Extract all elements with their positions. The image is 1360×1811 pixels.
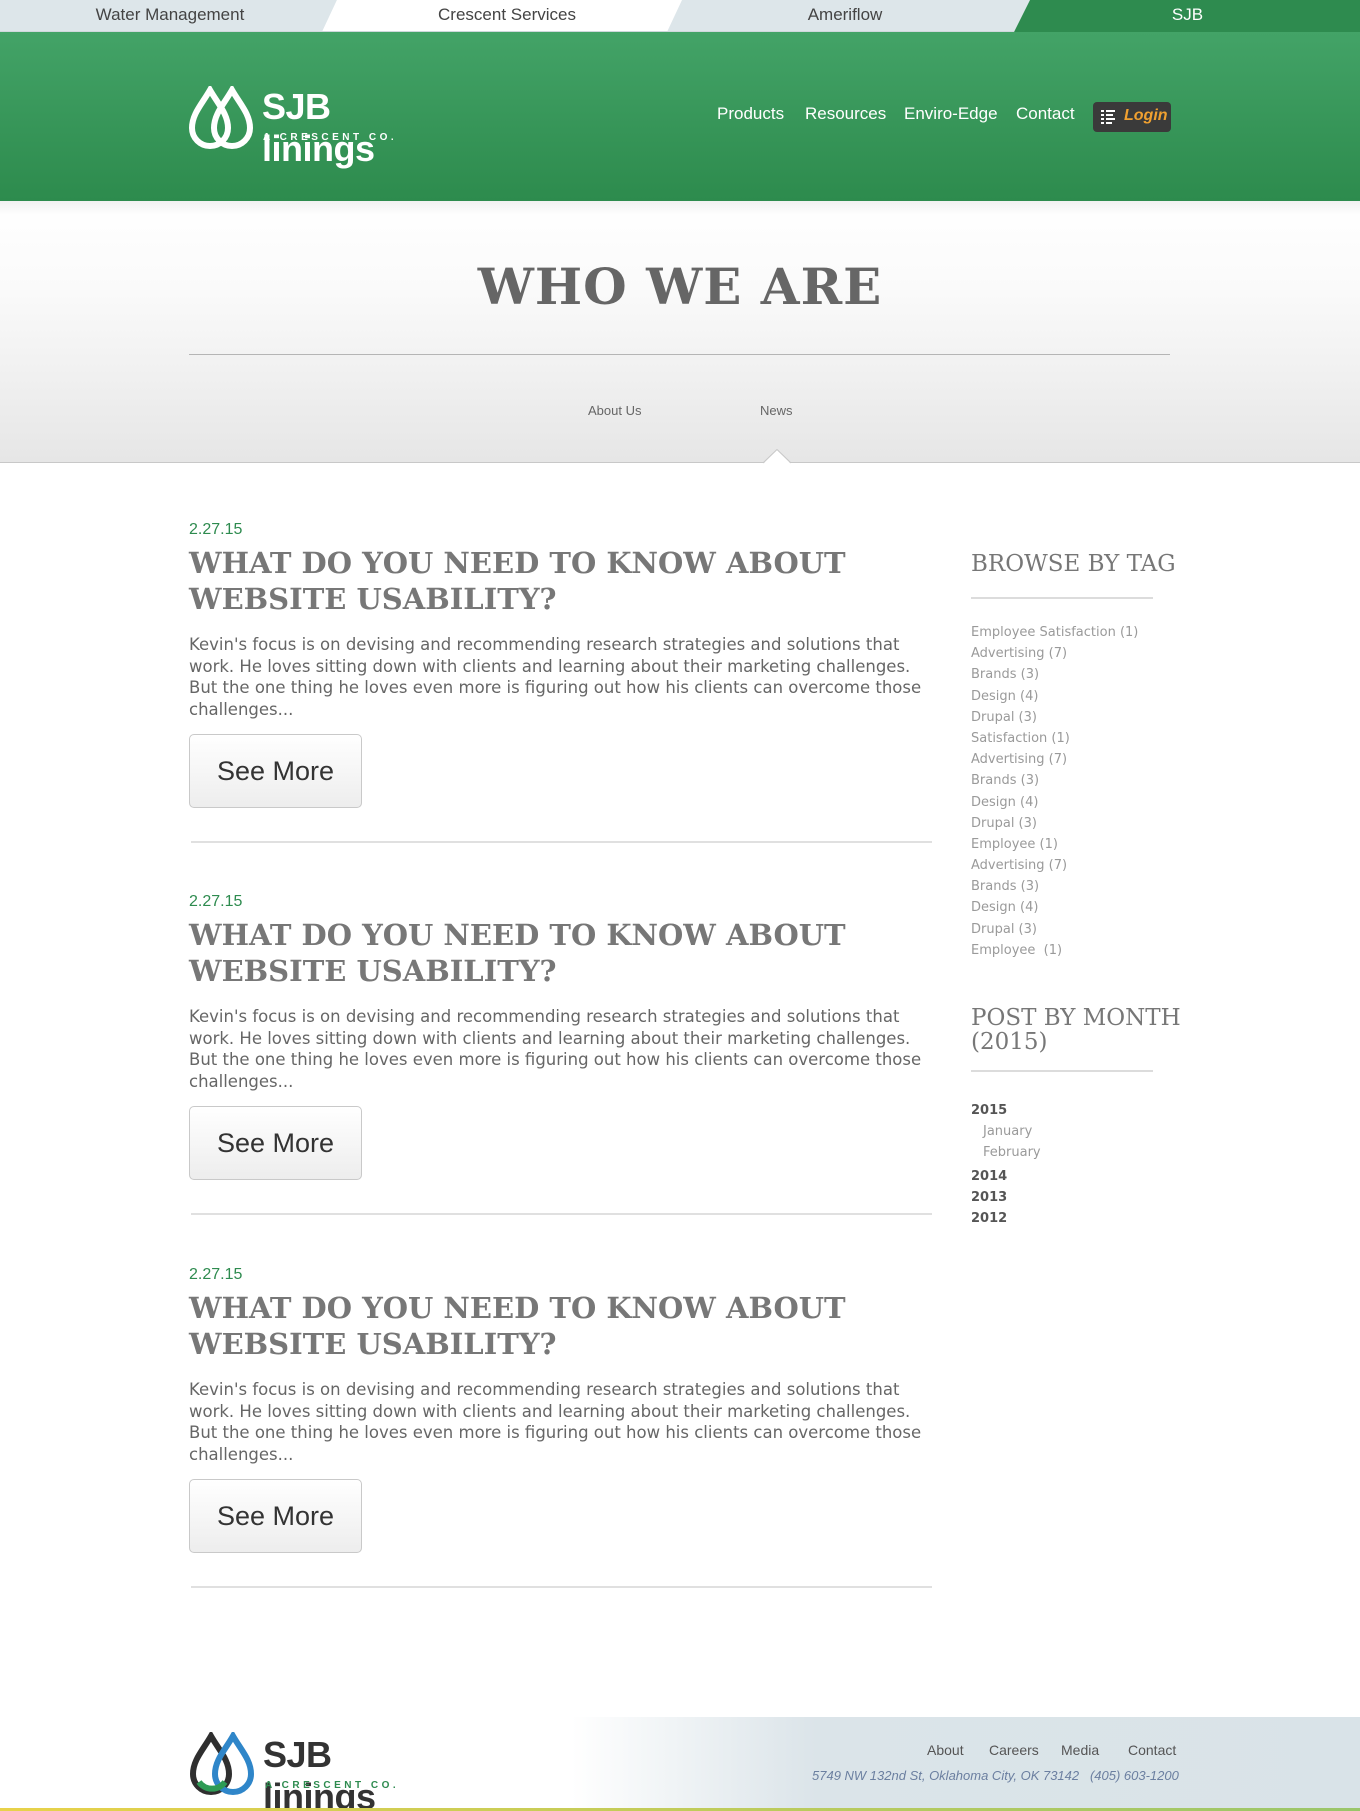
article-excerpt: Kevin's focus is on devising and recomme…: [189, 635, 922, 719]
site-header: SJB linings A CRESCENT CO. Products Reso…: [0, 32, 1360, 201]
news-article: 2.27.15 WHAT DO YOU NEED TO KNOW ABOUT W…: [189, 893, 932, 1223]
tag-link[interactable]: Design (4): [971, 792, 1138, 813]
archive-year-2014[interactable]: 2014: [971, 1166, 1041, 1187]
tag-link[interactable]: Drupal (3): [971, 707, 1138, 728]
tag-link[interactable]: Employee (1): [971, 834, 1138, 855]
tag-link[interactable]: Brands (3): [971, 770, 1138, 791]
footer-link-about[interactable]: About: [927, 1742, 964, 1758]
article-date: 2.27.15: [189, 521, 243, 538]
page-title-band: WHO WE ARE About Us News: [0, 201, 1360, 463]
post-by-month-title-line1: POST BY MONTH: [971, 1005, 1181, 1031]
archive-month-february[interactable]: February: [971, 1142, 1041, 1163]
tag-link[interactable]: Drupal (3): [971, 813, 1138, 834]
page-title: WHO WE ARE: [477, 257, 883, 316]
post-by-month-title: POST BY MONTH (2015): [971, 1006, 1181, 1054]
archive-year-2012[interactable]: 2012: [971, 1208, 1041, 1229]
nav-enviro-edge[interactable]: Enviro-Edge: [904, 104, 998, 124]
footer-link-careers[interactable]: Careers: [989, 1742, 1039, 1758]
brand-link-water-management[interactable]: Water Management: [0, 0, 340, 32]
login-button[interactable]: Login: [1093, 102, 1171, 132]
tag-link[interactable]: Satisfaction (1): [971, 728, 1138, 749]
brand-link-crescent-services[interactable]: Crescent Services: [337, 0, 677, 32]
footer-link-media[interactable]: Media: [1061, 1742, 1099, 1758]
news-article: 2.27.15 WHAT DO YOU NEED TO KNOW ABOUT W…: [189, 521, 932, 851]
article-divider: [191, 1586, 932, 1588]
archive-list: 2015 January February 2014 2013 2012: [971, 1100, 1041, 1229]
tag-link[interactable]: Design (4): [971, 686, 1138, 707]
archive-month-january[interactable]: January: [971, 1121, 1041, 1142]
nav-resources[interactable]: Resources: [805, 104, 886, 124]
article-excerpt: Kevin's focus is on devising and recomme…: [189, 1007, 922, 1091]
post-by-month-title-line2: (2015): [971, 1029, 1048, 1055]
see-more-button[interactable]: See More: [189, 1106, 362, 1180]
footer-logo-name: SJB linings: [263, 1734, 376, 1811]
logo-name: SJB linings: [262, 86, 375, 169]
brand-bar: Water Management Crescent Services Ameri…: [0, 0, 1360, 32]
sidebar-divider: [971, 1070, 1153, 1072]
subnav-news[interactable]: News: [760, 403, 793, 418]
tag-link[interactable]: Advertising (7): [971, 855, 1138, 876]
archive-year-2015[interactable]: 2015: [971, 1100, 1041, 1121]
site-logo[interactable]: SJB linings A CRESCENT CO.: [188, 86, 448, 169]
article-divider: [191, 1213, 932, 1215]
list-icon: [1101, 110, 1115, 124]
see-more-button[interactable]: See More: [189, 1479, 362, 1553]
footer-link-contact[interactable]: Contact: [1128, 1742, 1176, 1758]
droplets-logo-icon: [189, 1732, 255, 1795]
tag-link[interactable]: Employee Satisfaction (1): [971, 622, 1138, 643]
tag-link[interactable]: Advertising (7): [971, 643, 1138, 664]
news-article: 2.27.15 WHAT DO YOU NEED TO KNOW ABOUT W…: [189, 1266, 932, 1596]
browse-by-tag-title: BROWSE BY TAG: [971, 551, 1176, 577]
title-divider: [189, 354, 1170, 355]
subnav-about-us[interactable]: About Us: [588, 403, 641, 418]
tag-link[interactable]: Employee (1): [971, 940, 1138, 961]
tag-link[interactable]: Advertising (7): [971, 749, 1138, 770]
article-title[interactable]: WHAT DO YOU NEED TO KNOW ABOUT WEBSITE U…: [189, 545, 929, 617]
brand-link-sjb[interactable]: SJB: [1030, 0, 1345, 32]
logo-tagline: A CRESCENT CO.: [263, 132, 398, 143]
login-label: Login: [1124, 107, 1168, 124]
tag-link[interactable]: Brands (3): [971, 664, 1138, 685]
footer-logo-tagline: A CRESCENT CO.: [265, 1780, 400, 1791]
article-title[interactable]: WHAT DO YOU NEED TO KNOW ABOUT WEBSITE U…: [189, 1290, 929, 1362]
article-date: 2.27.15: [189, 893, 243, 910]
caret-up-icon: [763, 449, 791, 464]
nav-contact[interactable]: Contact: [1016, 104, 1075, 124]
tag-link[interactable]: Brands (3): [971, 876, 1138, 897]
tag-list: Employee Satisfaction (1) Advertising (7…: [971, 622, 1138, 961]
brand-link-ameriflow[interactable]: Ameriflow: [675, 0, 1015, 32]
sidebar-divider: [971, 597, 1153, 599]
tag-link[interactable]: Design (4): [971, 897, 1138, 918]
nav-products[interactable]: Products: [717, 104, 784, 124]
footer-address: 5749 NW 132nd St, Oklahoma City, OK 7314…: [812, 1768, 1179, 1783]
article-date: 2.27.15: [189, 1266, 243, 1283]
see-more-button[interactable]: See More: [189, 734, 362, 808]
tag-link[interactable]: Drupal (3): [971, 919, 1138, 940]
droplets-logo-icon: [188, 86, 254, 149]
footer-logo[interactable]: SJB linings A CRESCENT CO.: [189, 1732, 449, 1811]
archive-year-2013[interactable]: 2013: [971, 1187, 1041, 1208]
article-excerpt: Kevin's focus is on devising and recomme…: [189, 1380, 922, 1464]
article-divider: [191, 841, 932, 843]
article-title[interactable]: WHAT DO YOU NEED TO KNOW ABOUT WEBSITE U…: [189, 917, 929, 989]
site-footer: SJB linings A CRESCENT CO. About Careers…: [0, 1717, 1360, 1811]
